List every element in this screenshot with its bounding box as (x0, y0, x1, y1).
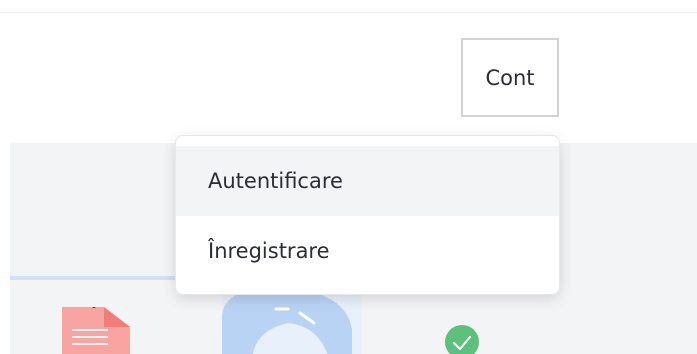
top-divider (0, 12, 697, 13)
document-icon (62, 307, 130, 354)
menu-item-register[interactable]: Înregistrare (176, 216, 559, 286)
menu-item-register-label: Înregistrare (208, 239, 330, 263)
account-dropdown-menu: Autentificare Înregistrare (175, 135, 560, 295)
check-icon (445, 325, 479, 354)
menu-item-login-label: Autentificare (208, 169, 343, 193)
menu-item-login[interactable]: Autentificare (176, 146, 559, 216)
account-button-label: Cont (485, 65, 535, 90)
account-button[interactable]: Cont (461, 38, 559, 117)
